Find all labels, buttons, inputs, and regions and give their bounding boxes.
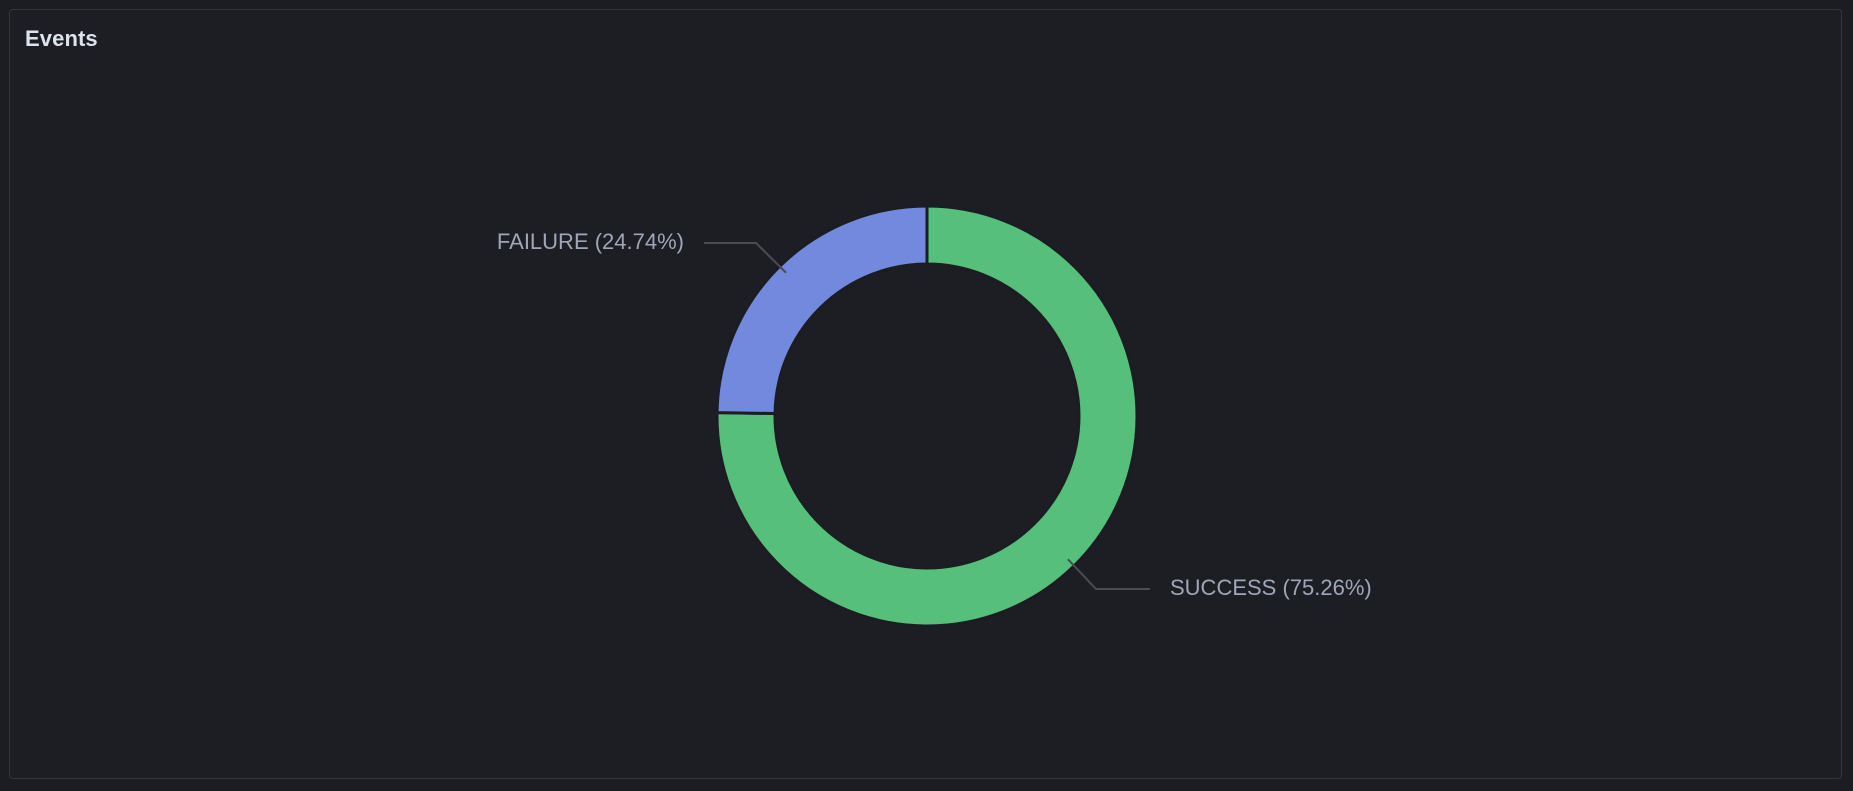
donut-chart: SUCCESS (75.26%) FAILURE (24.74%) bbox=[497, 204, 1372, 628]
slice-label-failure: FAILURE (24.74%) bbox=[497, 229, 684, 254]
slice-failure[interactable] bbox=[715, 204, 929, 416]
leader-line-success bbox=[1067, 558, 1150, 590]
slice-label-success: SUCCESS (75.26%) bbox=[1170, 575, 1372, 600]
leader-line-failure bbox=[704, 242, 787, 274]
